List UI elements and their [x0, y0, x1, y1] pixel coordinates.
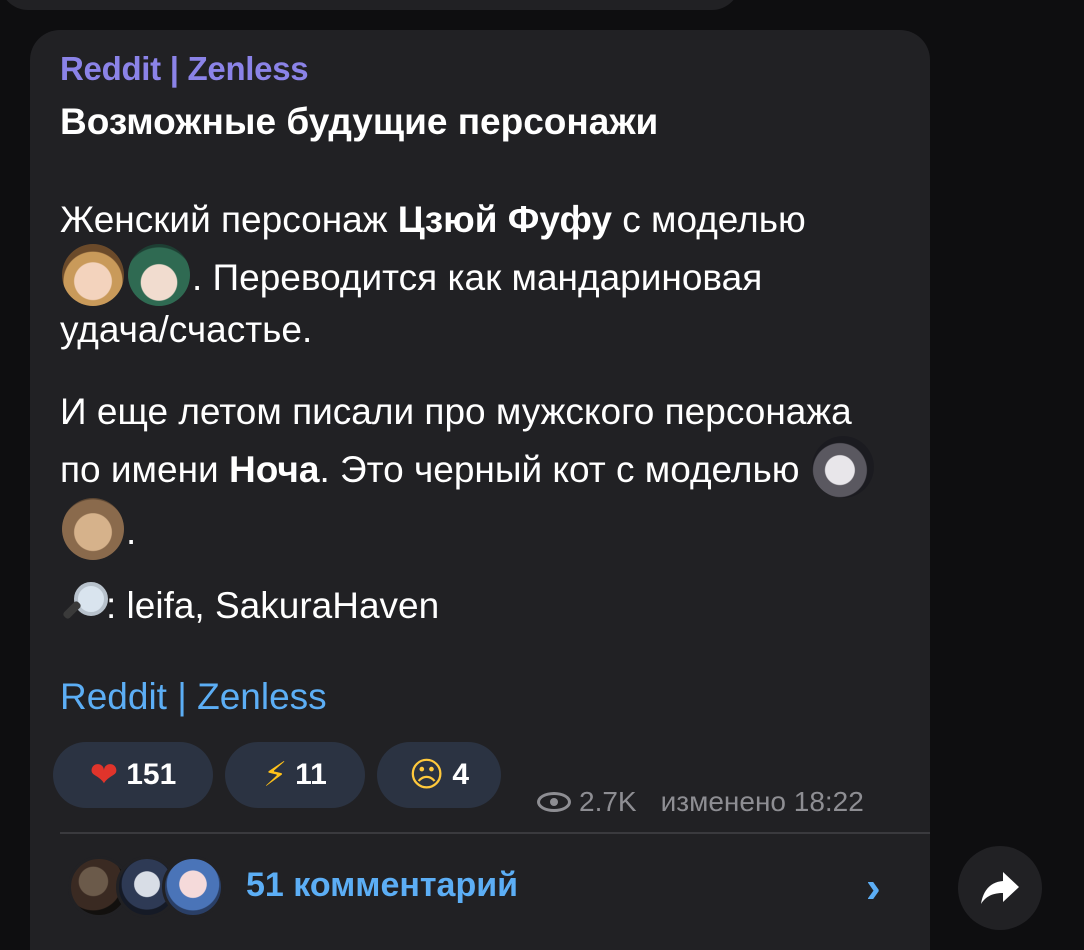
character-avatar-emoji[interactable] — [62, 244, 124, 306]
divider — [60, 832, 930, 834]
p2-text-3: . — [126, 511, 137, 552]
share-button[interactable] — [958, 846, 1042, 930]
chevron-right-icon: › — [866, 863, 881, 912]
paragraph-3: : leifa, SakuraHaven — [60, 580, 880, 630]
reaction-crying-face[interactable]: ☹ 4 — [377, 742, 501, 808]
paragraph-2: И еще летом писали про мужского персонаж… — [60, 388, 880, 560]
reaction-count: 4 — [452, 758, 470, 791]
sources-text: : leifa, SakuraHaven — [106, 585, 440, 626]
crying-face-icon: ☹ — [408, 755, 445, 795]
view-count: 2.7K — [579, 786, 637, 817]
eye-icon — [537, 792, 571, 812]
reaction-count: 11 — [295, 758, 327, 791]
heart-on-fire-icon: ❤ — [89, 755, 119, 795]
character-avatar-emoji[interactable] — [128, 244, 190, 306]
message-meta: 2.7K изменено 18:22 — [537, 786, 864, 818]
p2-bold-name: Ноча — [228, 449, 320, 490]
p1-text-1: Женский персонаж — [60, 199, 398, 240]
character-avatar-emoji[interactable] — [811, 436, 874, 498]
reaction-count: 151 — [126, 758, 177, 791]
post-title: Возможные будущие персонажи — [60, 101, 659, 142]
p2-text-2: . Это черный кот с моделью — [319, 449, 810, 490]
previous-message-bubble — [0, 0, 740, 10]
channel-link[interactable]: Reddit | Zenless — [60, 676, 327, 718]
comments-button[interactable]: 51 комментарий › — [60, 848, 920, 928]
reaction-lightning[interactable]: ⚡ 11 — [225, 742, 365, 808]
p1-bold-name: Цзюй Фуфу — [397, 199, 612, 240]
p1-text-2: с моделью — [611, 199, 806, 240]
reaction-heart-on-fire[interactable]: ❤ 151 — [53, 742, 213, 808]
edited-timestamp: изменено 18:22 — [660, 786, 864, 817]
lightning-icon: ⚡ — [263, 755, 288, 795]
character-avatar-emoji[interactable] — [62, 498, 124, 560]
paragraph-1: Женский персонаж Цзюй Фуфу с моделью . П… — [60, 196, 880, 354]
commenter-avatar — [162, 856, 224, 918]
comments-count-label: 51 комментарий — [246, 866, 519, 904]
share-arrow-icon — [981, 872, 1019, 904]
message-sender[interactable]: Reddit | Zenless — [60, 50, 309, 88]
magnifying-glass-icon — [60, 580, 108, 626]
